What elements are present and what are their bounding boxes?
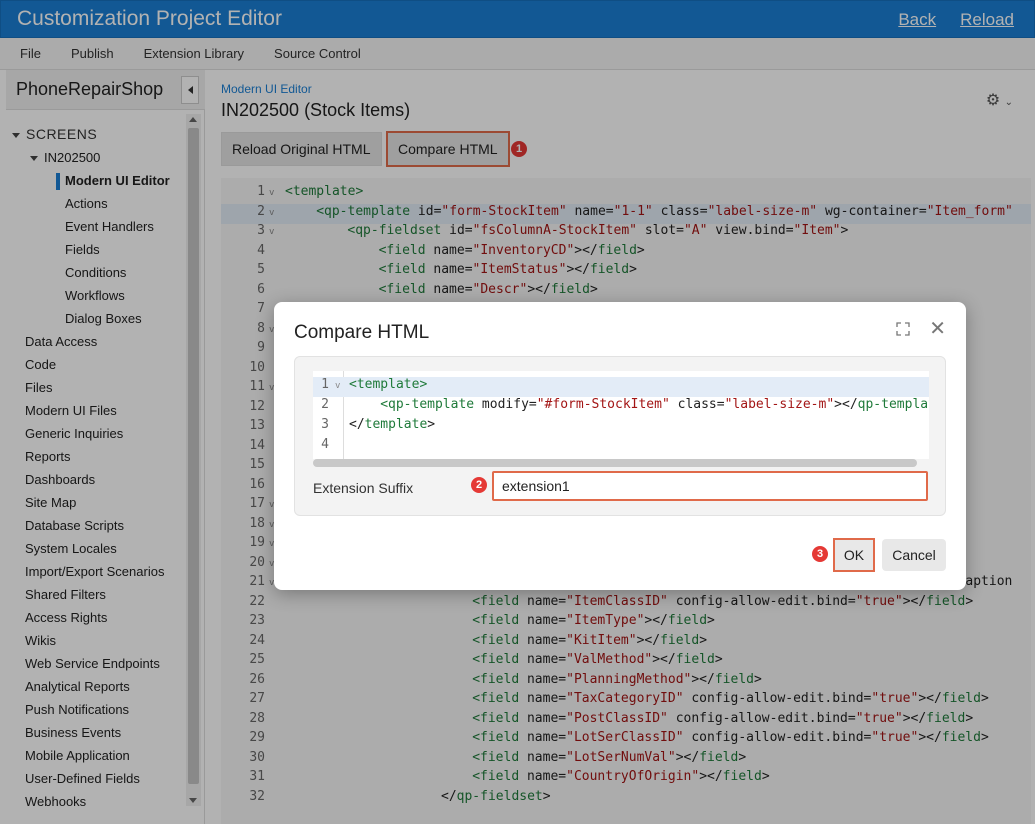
code-line: 4 xyxy=(313,437,929,457)
compare-code-view[interactable]: 1 v <template> 2 <qp-template modify="#form-… xyxy=(313,371,929,459)
code-line: 2 <qp-template modify="#form-StockItem" c… xyxy=(313,397,929,417)
close-icon[interactable]: ✕ xyxy=(929,319,946,339)
compare-html-dialog: Compare HTML ✕ 1 v <template> 2 <qp-template… xyxy=(274,302,966,590)
line-number: 4 xyxy=(321,437,329,452)
code-token: "label-size-m" xyxy=(724,397,835,412)
code-text: <qp-template modify="#form-StockItem" cl… xyxy=(349,397,929,412)
code-horizontal-scrollbar[interactable] xyxy=(313,459,917,467)
extension-suffix-input[interactable] xyxy=(492,471,928,501)
code-token: </ xyxy=(349,417,365,432)
code-token: class= xyxy=(669,397,725,412)
code-token: "#form-StockItem" xyxy=(536,397,670,412)
code-line: 3 </template> xyxy=(313,417,929,437)
fold-chevron-icon[interactable]: v xyxy=(335,381,340,391)
code-line: 1 v <template> xyxy=(313,377,929,397)
code-token: template xyxy=(364,417,428,432)
code-token: > xyxy=(427,417,436,432)
cancel-button[interactable]: Cancel xyxy=(882,539,946,571)
line-number: 1 xyxy=(321,377,329,392)
code-token: qp-template xyxy=(857,397,929,412)
line-number: 2 xyxy=(321,397,329,412)
code-token: <qp-template xyxy=(380,397,475,412)
code-text: </template> xyxy=(349,417,435,432)
extension-suffix-label: Extension Suffix xyxy=(313,480,414,496)
step-badge-2: 2 xyxy=(471,477,487,493)
dialog-title: Compare HTML xyxy=(294,322,430,343)
code-token: ></ xyxy=(834,397,858,412)
code-token: modify= xyxy=(474,397,537,412)
step-badge-3: 3 xyxy=(812,546,828,562)
code-token: <template> xyxy=(349,377,428,392)
ok-button[interactable]: OK xyxy=(833,538,875,572)
code-text: <template> xyxy=(349,377,427,392)
compare-panel: 1 v <template> 2 <qp-template modify="#form-… xyxy=(294,356,946,516)
maximize-icon[interactable] xyxy=(896,322,910,336)
line-number: 3 xyxy=(321,417,329,432)
